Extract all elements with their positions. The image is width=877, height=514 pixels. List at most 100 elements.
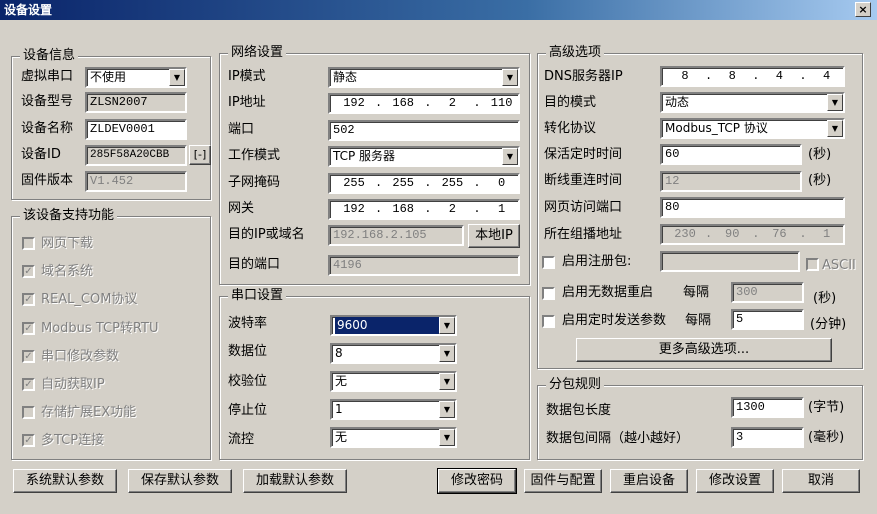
port-field[interactable]: 502 xyxy=(328,120,520,141)
databits-label: 数据位 xyxy=(228,344,268,359)
dns-field[interactable]: 8.8.4.4 xyxy=(660,66,845,87)
dest-port-label: 目的端口 xyxy=(228,257,281,272)
work-mode-select[interactable]: TCP 服务器 ▼ xyxy=(328,146,520,167)
ascii-checkbox[interactable] xyxy=(806,258,819,271)
dns-octet-3: 4 xyxy=(775,69,783,83)
restart-device-button[interactable]: 重启设备 xyxy=(610,469,688,493)
load-default-button[interactable]: 加载默认参数 xyxy=(243,469,347,493)
firmware-config-button[interactable]: 固件与配置 xyxy=(524,469,602,493)
cancel-button[interactable]: 取消 xyxy=(782,469,860,493)
packet-interval-label: 数据包间隔（越小越好） xyxy=(546,431,690,446)
more-advanced-button[interactable]: 更多高级选项... xyxy=(576,338,832,362)
flow-value: 无 xyxy=(335,430,348,444)
firmware-label: 固件版本 xyxy=(21,173,74,188)
modify-settings-button[interactable]: 修改设置 xyxy=(696,469,774,493)
feature-checkbox[interactable]: ✓ xyxy=(22,434,35,448)
packet-length-unit: (字节) xyxy=(808,400,845,415)
chevron-down-icon: ▼ xyxy=(439,345,455,362)
register-field[interactable] xyxy=(660,251,800,272)
network-legend: 网络设置 xyxy=(228,45,287,61)
ip-mode-label: IP模式 xyxy=(228,69,266,84)
save-default-button[interactable]: 保存默认参数 xyxy=(128,469,232,493)
dest-ip-field[interactable]: 192.168.2.105 xyxy=(328,225,464,246)
chevron-down-icon: ▼ xyxy=(169,69,185,86)
timed-every-label: 每隔 xyxy=(685,313,712,328)
register-checkbox[interactable] xyxy=(542,256,555,269)
chevron-down-icon: ▼ xyxy=(502,148,518,165)
feature-label: 串口修改参数 xyxy=(41,348,120,364)
device-info-legend: 设备信息 xyxy=(20,48,79,64)
firmware-field[interactable]: V1.452 xyxy=(85,171,187,192)
nodata-field[interactable]: 300 xyxy=(731,282,804,303)
baud-select[interactable]: 9600 ▼ xyxy=(330,315,457,336)
id-toggle-button[interactable]: [-] xyxy=(189,145,211,165)
checkmark-icon: ✓ xyxy=(24,435,33,447)
mask-octet-3: 255 xyxy=(441,176,464,190)
chevron-down-icon: ▼ xyxy=(439,429,455,446)
title-bar: 设备设置 xyxy=(0,0,877,20)
close-button[interactable]: × xyxy=(855,2,871,17)
packet-group: 分包规则 xyxy=(537,377,863,460)
virtual-port-select[interactable]: 不使用 ▼ xyxy=(85,67,187,88)
gateway-field[interactable]: 192. 168. 2. 1 xyxy=(328,199,520,220)
checkmark-icon: ✓ xyxy=(24,266,33,278)
stopbits-select[interactable]: 1 ▼ xyxy=(330,399,457,420)
feature-label: 存储扩展EX功能 xyxy=(41,405,137,421)
dns-octet-2: 8 xyxy=(728,69,736,83)
timed-send-checkbox[interactable] xyxy=(542,315,555,328)
reconnect-field[interactable]: 12 xyxy=(660,171,802,192)
packet-interval-field[interactable]: 3 xyxy=(731,427,804,448)
local-ip-button[interactable]: 本地IP xyxy=(468,224,520,248)
serial-legend: 串口设置 xyxy=(228,288,287,304)
work-mode-value: TCP 服务器 xyxy=(333,149,396,163)
feature-label: 域名系统 xyxy=(41,264,94,280)
databits-select[interactable]: 8 ▼ xyxy=(330,343,457,364)
id-label: 设备ID xyxy=(21,147,61,162)
change-password-button[interactable]: 修改密码 xyxy=(437,468,517,494)
feature-checkbox[interactable]: ✓ xyxy=(22,321,35,335)
protocol-select[interactable]: Modbus_TCP 协议 ▼ xyxy=(660,118,845,139)
id-field[interactable]: 285F58A20CBB xyxy=(85,145,187,166)
dns-octet-1: 8 xyxy=(681,69,689,83)
subnet-mask-field[interactable]: 255. 255. 255. 0 xyxy=(328,173,520,194)
ip-mode-select[interactable]: 静态 ▼ xyxy=(328,67,520,88)
web-port-label: 网页访问端口 xyxy=(544,200,623,215)
model-label: 设备型号 xyxy=(21,94,74,109)
dest-port-field[interactable]: 4196 xyxy=(328,255,520,276)
chevron-down-icon: ▼ xyxy=(827,94,843,111)
feature-checkbox[interactable]: ✓ xyxy=(22,378,35,391)
feature-checkbox[interactable] xyxy=(22,406,35,420)
timed-field[interactable]: 5 xyxy=(731,309,804,330)
nodata-every-label: 每隔 xyxy=(683,285,710,300)
reconnect-label: 断线重连时间 xyxy=(544,173,623,188)
feature-label: 自动获取IP xyxy=(41,377,105,392)
feature-checkbox[interactable]: ✓ xyxy=(22,265,35,279)
checkmark-icon: ✓ xyxy=(24,350,33,362)
web-port-field[interactable]: 80 xyxy=(660,197,845,218)
feature-checkbox[interactable] xyxy=(22,237,35,250)
flow-select[interactable]: 无 ▼ xyxy=(330,427,457,448)
stopbits-label: 停止位 xyxy=(228,403,268,418)
dns-label: DNS服务器IP xyxy=(544,69,623,84)
parity-select[interactable]: 无 ▼ xyxy=(330,371,457,392)
ip-address-field[interactable]: 192. 168. 2. 110 xyxy=(328,93,520,114)
chevron-down-icon: ▼ xyxy=(827,120,843,137)
feature-label: 网页下载 xyxy=(41,236,94,251)
multicast-octet-1: 230 xyxy=(674,227,696,241)
feature-label: REAL_COM协议 xyxy=(41,292,138,308)
feature-checkbox[interactable]: ✓ xyxy=(22,349,35,363)
model-field[interactable]: ZLSN2007 xyxy=(85,92,187,113)
system-default-button[interactable]: 系统默认参数 xyxy=(13,469,117,493)
multicast-label: 所在组播地址 xyxy=(544,227,623,242)
ip-address-label: IP地址 xyxy=(228,95,266,110)
multicast-field[interactable]: 230. 90. 76. 1 xyxy=(660,224,845,245)
dest-mode-select[interactable]: 动态 ▼ xyxy=(660,92,845,113)
databits-value: 8 xyxy=(335,346,343,360)
stopbits-value: 1 xyxy=(335,402,343,416)
feature-checkbox[interactable]: ✓ xyxy=(22,293,35,307)
name-field[interactable]: ZLDEV0001 xyxy=(85,119,187,140)
keepalive-field[interactable]: 60 xyxy=(660,144,802,165)
packet-length-field[interactable]: 1300 xyxy=(731,397,804,418)
nodata-restart-checkbox[interactable] xyxy=(542,287,555,300)
packet-interval-unit: (毫秒) xyxy=(808,430,845,445)
